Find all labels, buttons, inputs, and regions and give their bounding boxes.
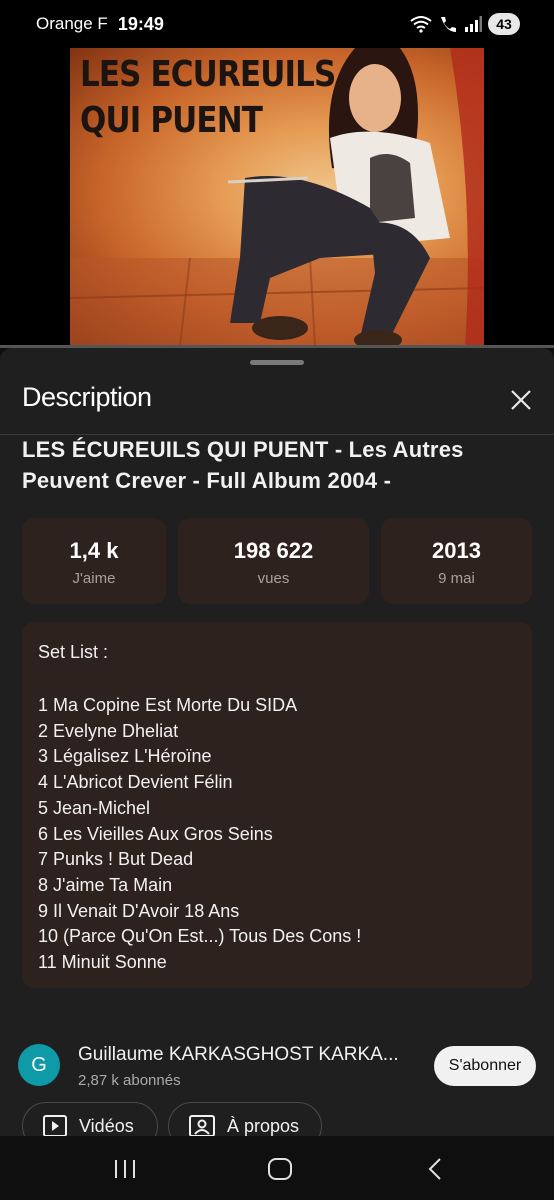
home-button[interactable] xyxy=(265,1154,295,1184)
recents-button[interactable] xyxy=(110,1154,140,1184)
back-button[interactable] xyxy=(420,1154,450,1184)
video-progress-bar[interactable] xyxy=(0,345,554,348)
battery-indicator: 43 xyxy=(488,13,520,35)
setlist-item: 2 Evelyne Dheliat xyxy=(38,720,179,741)
wifi-call-icon xyxy=(438,15,458,33)
profile-card-icon xyxy=(189,1115,215,1136)
about-chip[interactable]: À propos xyxy=(168,1102,322,1136)
about-chip-label: À propos xyxy=(227,1115,300,1136)
likes-card[interactable]: 1,4 k J'aime xyxy=(22,518,166,604)
setlist-item: 4 L'Abricot Devient Félin xyxy=(38,772,233,793)
videos-chip[interactable]: Vidéos xyxy=(22,1102,158,1136)
back-icon xyxy=(428,1158,441,1180)
sheet-title: Description xyxy=(22,382,152,412)
likes-label: J'aime xyxy=(72,570,116,587)
close-icon xyxy=(511,390,531,410)
likes-count: 1,4 k xyxy=(69,538,119,563)
home-icon xyxy=(268,1158,292,1180)
subscribe-button[interactable]: S'abonner xyxy=(434,1046,536,1086)
upload-year: 2013 xyxy=(432,538,481,563)
date-card: 2013 9 mai xyxy=(381,518,532,604)
setlist-item: 7 Punks ! But Dead xyxy=(38,849,194,870)
carrier-name: Orange F xyxy=(36,14,108,33)
play-square-icon xyxy=(43,1115,67,1136)
video-thumbnail[interactable]: LES ECUREUILS QUI PUENT xyxy=(70,48,484,346)
channel-avatar[interactable]: G xyxy=(18,1044,60,1086)
setlist-item: 8 J'aime Ta Main xyxy=(38,874,173,895)
videos-chip-label: Vidéos xyxy=(79,1115,134,1136)
setlist-item: 10 (Parce Qu'On Est...) Tous Des Cons ! xyxy=(38,926,362,947)
setlist-item: 5 Jean-Michel xyxy=(38,797,151,818)
status-bar: Orange F 19:49 43 xyxy=(0,0,554,48)
status-time: 19:49 xyxy=(117,13,164,34)
system-navigation-bar xyxy=(0,1136,554,1200)
channel-name[interactable]: Guillaume KARKASGHOST KARKA... xyxy=(78,1044,418,1066)
description-sheet: Description LES ÉCUREUILS QUI PUENT - Le… xyxy=(0,348,554,1136)
setlist-item: 11 Minuit Sonne xyxy=(38,952,167,973)
views-count: 198 622 xyxy=(233,538,314,563)
close-button[interactable] xyxy=(505,384,537,416)
setlist-item: 3 Légalisez L'Héroïne xyxy=(38,746,212,767)
setlist-item: 1 Ma Copine Est Morte Du SIDA xyxy=(38,695,298,715)
thumbnail-title-line-1: LES ECUREUILS xyxy=(80,54,336,95)
setlist: 1 Ma Copine Est Morte Du SIDA 2 Evelyne … xyxy=(38,693,516,976)
thumbnail-title-line-2: QUI PUENT xyxy=(80,100,263,141)
wifi-icon xyxy=(410,15,432,33)
setlist-heading: Set List : xyxy=(38,642,109,662)
drag-handle[interactable] xyxy=(250,360,304,365)
description-box: Set List : 1 Ma Copine Est Morte Du SIDA… xyxy=(22,622,532,988)
setlist-item: 9 Il Venait D'Avoir 18 Ans xyxy=(38,900,240,921)
recents-icon xyxy=(115,1160,135,1178)
thumbnail-title: LES ECUREUILS QUI PUENT xyxy=(80,52,336,144)
setlist-item: 6 Les Vieilles Aux Gros Seins xyxy=(38,823,273,844)
stats-row: 1,4 k J'aime 198 622 vues 2013 9 mai xyxy=(22,518,532,604)
upload-date: 9 mai xyxy=(438,570,475,587)
subscriber-count: 2,87 k abonnés xyxy=(78,1072,181,1089)
views-label: vues xyxy=(257,570,290,587)
video-player[interactable]: LES ECUREUILS QUI PUENT xyxy=(0,48,554,346)
views-card: 198 622 vues xyxy=(178,518,369,604)
status-icons: 43 xyxy=(410,13,520,35)
channel-row[interactable]: G Guillaume KARKASGHOST KARKA... 2,87 k … xyxy=(0,1034,554,1094)
video-title: LES ÉCUREUILS QUI PUENT - Les Autres Peu… xyxy=(22,437,464,493)
signal-icon xyxy=(464,16,482,32)
